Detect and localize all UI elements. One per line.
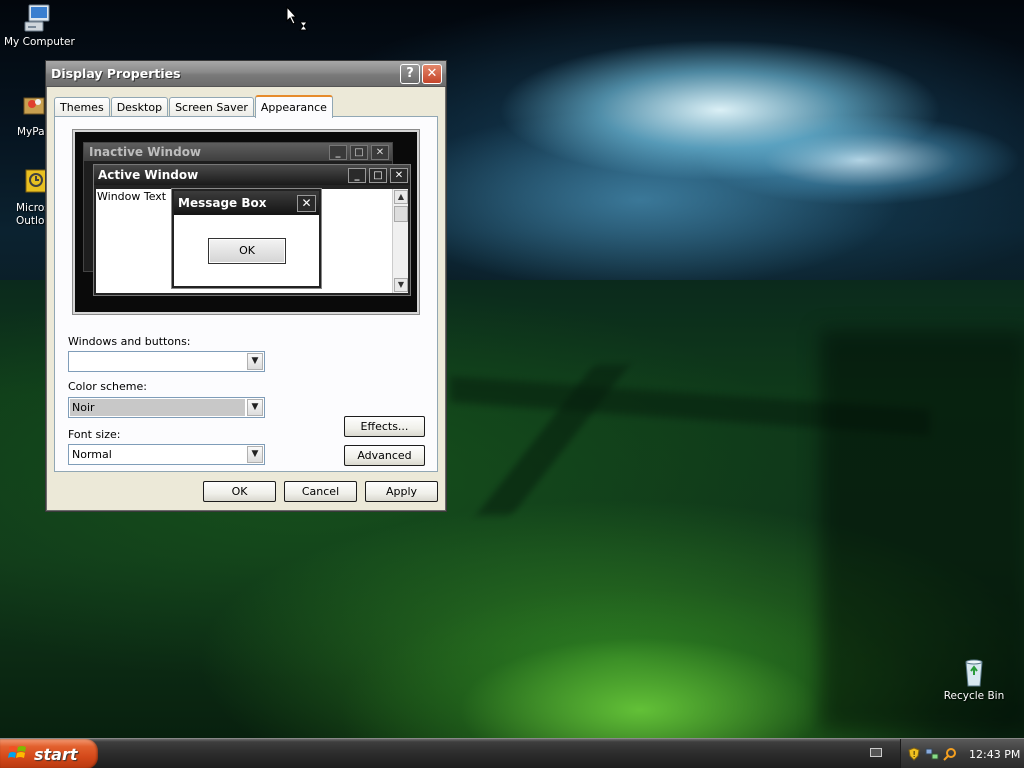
preview-message-title: Message Box [178, 196, 267, 210]
appearance-panel: Inactive Window _ □ ✕ Active Window _ □ … [54, 116, 438, 472]
advanced-button[interactable]: Advanced [344, 445, 425, 466]
window-title: Display Properties [51, 66, 181, 81]
tab-desktop[interactable]: Desktop [110, 97, 169, 117]
help-button[interactable]: ? [400, 63, 420, 84]
scroll-down-icon: ▼ [394, 278, 408, 292]
tab-label: Screen Saver [175, 101, 248, 114]
svg-text:!: ! [913, 750, 916, 759]
start-label: start [34, 744, 78, 764]
desktop-icon-recycle-bin[interactable]: Recycle Bin [940, 656, 1008, 703]
windows-buttons-label: Windows and buttons: [68, 335, 191, 348]
chevron-down-icon[interactable]: ▼ [247, 353, 263, 370]
apply-button[interactable]: Apply [365, 481, 438, 502]
start-button[interactable]: start [0, 739, 98, 768]
recycle-bin-icon [958, 656, 990, 688]
scroll-thumb [394, 206, 408, 222]
help-icon: ? [406, 66, 414, 81]
effects-button[interactable]: Effects... [344, 416, 425, 437]
select-value: Noir [70, 399, 245, 416]
preview-inactive-title: Inactive Window [89, 145, 202, 159]
chevron-down-icon[interactable]: ▼ [247, 399, 263, 416]
desktop-icon-my-computer[interactable]: My Computer [4, 2, 75, 49]
desktop-icon-label: My Computer [4, 36, 75, 48]
appearance-preview: Inactive Window _ □ ✕ Active Window _ □ … [72, 129, 420, 315]
tab-screen-saver[interactable]: Screen Saver [169, 97, 254, 117]
desktop-icon-label: Recycle Bin [943, 690, 1005, 702]
font-size-select[interactable]: Normal ▼ [68, 444, 265, 465]
close-icon: ✕ [426, 66, 438, 81]
minimize-icon: _ [329, 144, 347, 160]
clock[interactable]: 12:43 PM [969, 748, 1020, 761]
tab-themes[interactable]: Themes [54, 97, 110, 117]
windows-logo-icon [8, 744, 28, 765]
computer-icon [22, 2, 54, 34]
preview-ok-button: OK [208, 238, 286, 264]
maximize-icon: □ [369, 167, 387, 183]
chevron-down-icon[interactable]: ▼ [247, 446, 263, 463]
cancel-button[interactable]: Cancel [284, 481, 357, 502]
keyboard-icon[interactable] [870, 748, 882, 757]
network-icon[interactable] [925, 747, 939, 761]
font-size-label: Font size: [68, 428, 121, 441]
windows-buttons-select[interactable]: ▼ [68, 351, 265, 372]
preview-active-title: Active Window [98, 168, 199, 182]
tab-appearance[interactable]: Appearance [254, 95, 333, 118]
preview-window-text: Window Text [97, 190, 167, 203]
close-icon: ✕ [297, 194, 316, 212]
minimize-icon: _ [348, 167, 366, 183]
select-value [70, 353, 245, 370]
tab-label: Appearance [260, 101, 327, 114]
taskbar: start ! 12:43 PM [0, 738, 1024, 768]
security-shield-icon[interactable]: ! [907, 747, 921, 761]
preview-message-box: Message Box ✕ OK [172, 189, 321, 288]
select-value: Normal [72, 448, 112, 461]
close-icon: ✕ [390, 167, 408, 183]
color-scheme-select[interactable]: Noir ▼ [68, 397, 265, 418]
scroll-up-icon: ▲ [394, 190, 408, 204]
window-titlebar[interactable]: Display Properties ? ✕ [46, 61, 446, 87]
tab-label: Themes [60, 101, 104, 114]
maximize-icon: □ [350, 144, 368, 160]
ok-button[interactable]: OK [203, 481, 276, 502]
cursor-busy-icon [286, 5, 312, 37]
color-scheme-label: Color scheme: [68, 380, 147, 393]
display-properties-window: Display Properties ? ✕ Themes Desktop Sc… [45, 60, 447, 512]
preview-scrollbar: ▲ ▼ [392, 189, 408, 293]
close-icon: ✕ [371, 144, 389, 160]
tab-label: Desktop [116, 101, 163, 114]
close-button[interactable]: ✕ [422, 63, 442, 84]
tab-strip: Themes Desktop Screen Saver Appearance [54, 95, 334, 118]
system-tray: ! 12:43 PM [900, 739, 1024, 768]
search-icon[interactable] [943, 747, 957, 761]
